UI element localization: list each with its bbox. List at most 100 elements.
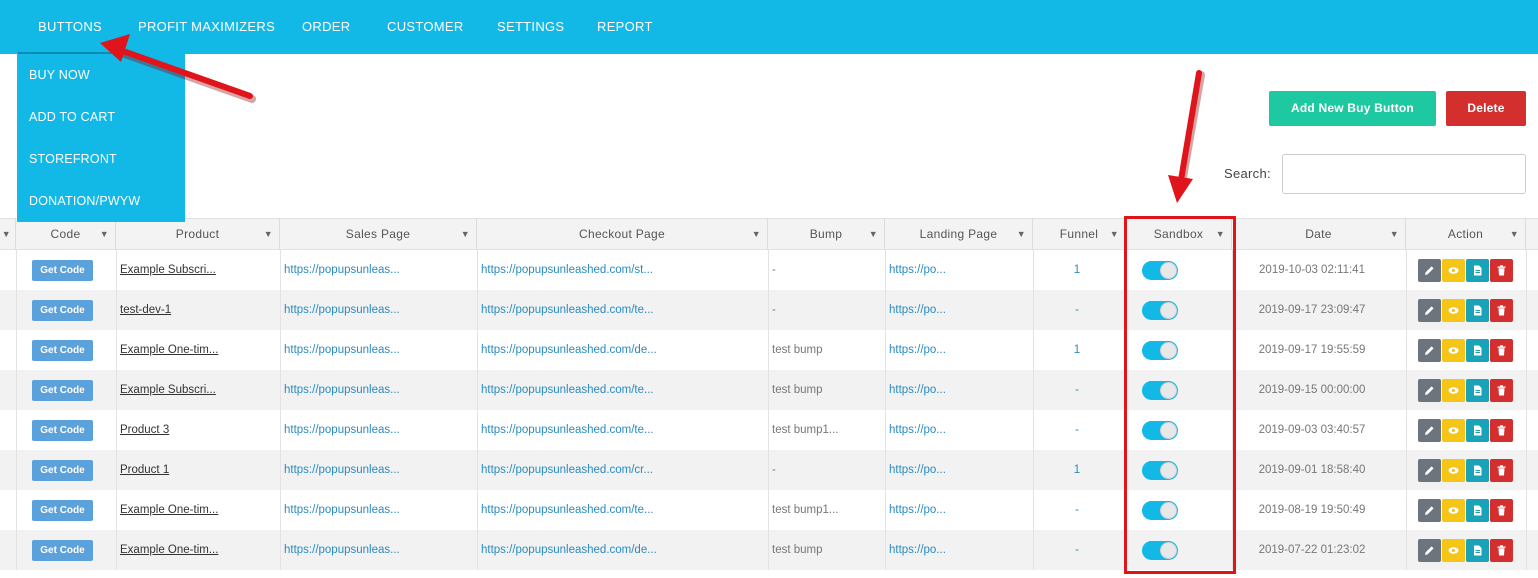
edit-button[interactable]	[1418, 499, 1441, 522]
search-input[interactable]	[1282, 154, 1526, 194]
view-button[interactable]	[1442, 379, 1465, 402]
sandbox-toggle[interactable]	[1142, 461, 1178, 480]
column-header-funnel[interactable]: Funnel ▼	[1033, 219, 1126, 250]
get-code-button[interactable]: Get Code	[32, 460, 93, 481]
document-button[interactable]	[1466, 539, 1489, 562]
get-code-button[interactable]: Get Code	[32, 420, 93, 441]
sandbox-toggle[interactable]	[1142, 541, 1178, 560]
sandbox-toggle[interactable]	[1142, 501, 1178, 520]
document-button[interactable]	[1466, 379, 1489, 402]
product-link[interactable]: Example One-tim...	[120, 330, 270, 370]
column-header-product[interactable]: Product ▼	[116, 219, 280, 250]
delete-row-button[interactable]	[1490, 259, 1513, 282]
landing-page-link[interactable]: https://po...	[889, 290, 1029, 330]
checkout-page-link[interactable]: https://popupsunleashed.com/te...	[481, 410, 761, 450]
sales-page-link[interactable]: https://popupsunleas...	[284, 330, 469, 370]
sales-page-link[interactable]: https://popupsunleas...	[284, 530, 469, 570]
product-link[interactable]: Product 3	[120, 410, 270, 450]
get-code-button[interactable]: Get Code	[32, 500, 93, 521]
product-link[interactable]: Example Subscri...	[120, 250, 270, 290]
landing-page-link[interactable]: https://po...	[889, 490, 1029, 530]
sales-page-link[interactable]: https://popupsunleas...	[284, 290, 469, 330]
nav-tab-order[interactable]: ORDER	[302, 0, 350, 54]
column-header-code[interactable]: Code ▼	[16, 219, 116, 250]
edit-button[interactable]	[1418, 339, 1441, 362]
view-button[interactable]	[1442, 299, 1465, 322]
product-link[interactable]: Example One-tim...	[120, 530, 270, 570]
column-header-sandbox[interactable]: Sandbox ▼	[1126, 219, 1232, 250]
menu-item-add-to-cart[interactable]: ADD TO CART	[29, 96, 115, 138]
checkout-page-link[interactable]: https://popupsunleashed.com/cr...	[481, 450, 761, 490]
checkout-page-link[interactable]: https://popupsunleashed.com/te...	[481, 290, 761, 330]
column-header-sales-page[interactable]: Sales Page ▼	[280, 219, 477, 250]
sandbox-toggle[interactable]	[1142, 301, 1178, 320]
get-code-button[interactable]: Get Code	[32, 540, 93, 561]
edit-button[interactable]	[1418, 419, 1441, 442]
get-code-button[interactable]: Get Code	[32, 380, 93, 401]
add-new-buy-button[interactable]: Add New Buy Button	[1269, 91, 1436, 126]
delete-row-button[interactable]	[1490, 499, 1513, 522]
get-code-button[interactable]: Get Code	[32, 300, 93, 321]
edit-button[interactable]	[1418, 299, 1441, 322]
delete-row-button[interactable]	[1490, 299, 1513, 322]
column-header-date[interactable]: Date ▼	[1232, 219, 1406, 250]
landing-page-link[interactable]: https://po...	[889, 410, 1029, 450]
landing-page-link[interactable]: https://po...	[889, 450, 1029, 490]
document-button[interactable]	[1466, 499, 1489, 522]
edit-button[interactable]	[1418, 539, 1441, 562]
document-button[interactable]	[1466, 419, 1489, 442]
column-header-checkout-page[interactable]: Checkout Page ▼	[477, 219, 768, 250]
view-button[interactable]	[1442, 539, 1465, 562]
delete-row-button[interactable]	[1490, 419, 1513, 442]
nav-tab-report[interactable]: REPORT	[597, 0, 653, 54]
checkout-page-link[interactable]: https://popupsunleashed.com/te...	[481, 490, 761, 530]
nav-tab-customer[interactable]: CUSTOMER	[387, 0, 464, 54]
menu-item-storefront[interactable]: STOREFRONT	[29, 138, 117, 180]
column-header-bump[interactable]: Bump ▼	[768, 219, 885, 250]
delete-row-button[interactable]	[1490, 459, 1513, 482]
nav-tab-settings[interactable]: SETTINGS	[497, 0, 564, 54]
delete-row-button[interactable]	[1490, 379, 1513, 402]
sandbox-toggle[interactable]	[1142, 381, 1178, 400]
sandbox-toggle[interactable]	[1142, 341, 1178, 360]
checkout-page-link[interactable]: https://popupsunleashed.com/st...	[481, 250, 761, 290]
get-code-button[interactable]: Get Code	[32, 260, 93, 281]
column-header-select[interactable]: ▼	[0, 219, 16, 250]
sales-page-link[interactable]: https://popupsunleas...	[284, 450, 469, 490]
checkout-page-link[interactable]: https://popupsunleashed.com/te...	[481, 370, 761, 410]
product-link[interactable]: test-dev-1	[120, 290, 270, 330]
document-button[interactable]	[1466, 299, 1489, 322]
view-button[interactable]	[1442, 419, 1465, 442]
view-button[interactable]	[1442, 259, 1465, 282]
checkout-page-link[interactable]: https://popupsunleashed.com/de...	[481, 330, 761, 370]
view-button[interactable]	[1442, 339, 1465, 362]
product-link[interactable]: Example Subscri...	[120, 370, 270, 410]
nav-tab-profit-maximizers[interactable]: PROFIT MAXIMIZERS	[138, 0, 275, 54]
document-button[interactable]	[1466, 259, 1489, 282]
sales-page-link[interactable]: https://popupsunleas...	[284, 490, 469, 530]
view-button[interactable]	[1442, 459, 1465, 482]
edit-button[interactable]	[1418, 379, 1441, 402]
delete-row-button[interactable]	[1490, 539, 1513, 562]
sandbox-toggle[interactable]	[1142, 421, 1178, 440]
delete-row-button[interactable]	[1490, 339, 1513, 362]
landing-page-link[interactable]: https://po...	[889, 330, 1029, 370]
get-code-button[interactable]: Get Code	[32, 340, 93, 361]
menu-item-donation-pwyw[interactable]: DONATION/PWYW	[29, 180, 140, 222]
delete-button[interactable]: Delete	[1446, 91, 1526, 126]
sandbox-toggle[interactable]	[1142, 261, 1178, 280]
sales-page-link[interactable]: https://popupsunleas...	[284, 370, 469, 410]
document-button[interactable]	[1466, 459, 1489, 482]
landing-page-link[interactable]: https://po...	[889, 530, 1029, 570]
edit-button[interactable]	[1418, 259, 1441, 282]
landing-page-link[interactable]: https://po...	[889, 370, 1029, 410]
sales-page-link[interactable]: https://popupsunleas...	[284, 250, 469, 290]
edit-button[interactable]	[1418, 459, 1441, 482]
product-link[interactable]: Product 1	[120, 450, 270, 490]
checkout-page-link[interactable]: https://popupsunleashed.com/de...	[481, 530, 761, 570]
landing-page-link[interactable]: https://po...	[889, 250, 1029, 290]
nav-tab-buttons[interactable]: BUTTONS	[18, 0, 122, 54]
menu-item-buy-now[interactable]: BUY NOW	[29, 54, 90, 96]
view-button[interactable]	[1442, 499, 1465, 522]
product-link[interactable]: Example One-tim...	[120, 490, 270, 530]
